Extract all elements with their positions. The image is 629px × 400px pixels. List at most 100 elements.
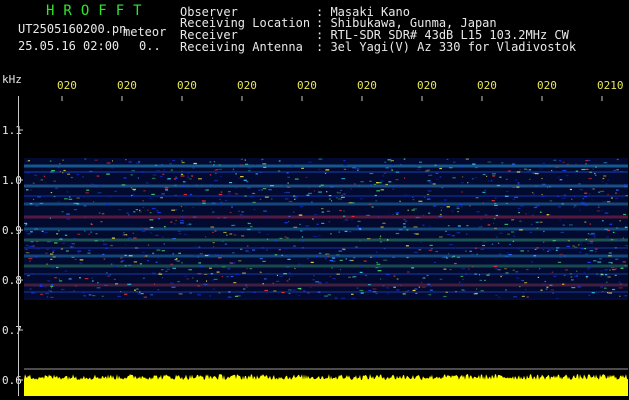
noise-dot: [79, 262, 83, 264]
noise-dot: [418, 286, 421, 288]
noise-dot: [121, 260, 125, 262]
noise-dot: [461, 289, 465, 291]
noise-dot: [367, 284, 371, 286]
noise-dot: [593, 234, 596, 236]
noise-dot: [252, 201, 256, 203]
noise-dot: [231, 224, 236, 226]
noise-dot: [588, 177, 592, 180]
noise-dot: [175, 176, 177, 178]
noise-dot: [592, 188, 595, 190]
noise-dot: [534, 248, 537, 250]
noise-dot: [301, 167, 304, 169]
noise-dot: [466, 225, 469, 227]
noise-dot: [569, 224, 573, 226]
noise-dot: [370, 256, 372, 258]
noise-dot: [406, 256, 409, 259]
noise-dot: [522, 292, 525, 294]
noise-dot: [204, 254, 209, 257]
noise-dot: [170, 221, 173, 223]
noise-dot: [39, 285, 43, 287]
noise-dot: [569, 273, 572, 275]
noise-dot: [29, 203, 33, 205]
noise-dot: [91, 277, 93, 279]
noise-dot: [201, 184, 203, 186]
noise-dot: [106, 173, 110, 175]
noise-dot: [375, 293, 378, 295]
noise-dot: [229, 233, 233, 235]
noise-dot: [589, 240, 594, 242]
noise-dot: [192, 216, 197, 218]
noise-dot: [209, 161, 212, 163]
noise-dot: [518, 212, 520, 214]
noise-dot: [581, 168, 586, 171]
noise-dot: [28, 160, 30, 162]
noise-dot: [566, 175, 569, 177]
noise-dot: [204, 273, 208, 275]
noise-dot: [266, 249, 268, 251]
noise-dot: [491, 243, 494, 245]
noise-dot: [197, 294, 202, 296]
noise-dot: [461, 206, 463, 208]
noise-dot: [76, 174, 79, 176]
noise-dot: [580, 248, 585, 250]
noise-dot: [142, 206, 145, 209]
noise-dot: [160, 197, 163, 199]
noise-dot: [474, 273, 478, 275]
noise-dot: [343, 215, 346, 217]
noise-dot: [512, 240, 515, 242]
noise-dot: [321, 208, 324, 210]
noise-dot: [388, 213, 390, 215]
noise-dot: [523, 168, 527, 170]
noise-dot: [70, 176, 73, 179]
noise-dot: [44, 231, 48, 234]
noise-dot: [295, 195, 299, 197]
noise-dot: [230, 262, 233, 264]
noise-dot: [472, 266, 474, 268]
noise-dot: [511, 219, 515, 221]
noise-dot: [247, 228, 251, 231]
noise-dot: [494, 204, 498, 206]
noise-dot: [587, 242, 590, 244]
noise-dot: [305, 225, 310, 227]
noise-dot: [508, 184, 511, 186]
noise-dot: [354, 183, 356, 185]
noise-dot: [33, 198, 35, 200]
noise-dot: [427, 180, 431, 182]
noise-dot: [366, 238, 371, 240]
noise-dot: [108, 196, 112, 198]
noise-dot: [571, 198, 573, 200]
noise-dot: [606, 236, 609, 238]
noise-dot: [278, 249, 281, 251]
noise-dot: [582, 198, 585, 200]
noise-dot: [560, 231, 564, 233]
noise-dot: [329, 275, 332, 277]
noise-dot: [183, 193, 187, 196]
noise-dot: [310, 286, 312, 288]
noise-dot: [415, 233, 419, 235]
noise-dot: [517, 209, 520, 211]
noise-dot: [603, 175, 607, 177]
noise-dot: [90, 231, 92, 233]
noise-dot: [536, 247, 539, 249]
noise-dot: [138, 211, 142, 213]
noise-dot: [331, 200, 333, 202]
noise-dot: [141, 229, 145, 231]
noise-dot: [94, 184, 97, 186]
noise-dot: [495, 207, 498, 209]
noise-dot: [205, 236, 207, 238]
noise-dot: [131, 170, 135, 172]
noise-dot: [114, 190, 117, 192]
noise-dot: [161, 250, 165, 252]
noise-dot: [375, 200, 378, 202]
noise-dot: [531, 192, 534, 194]
noise-dot: [245, 250, 249, 252]
noise-dot: [315, 256, 318, 258]
noise-dot: [443, 268, 447, 270]
noise-dot: [499, 232, 503, 234]
noise-dot: [142, 251, 145, 253]
noise-dot: [511, 231, 515, 233]
noise-dot: [197, 273, 202, 275]
noise-dot: [294, 198, 296, 200]
noise-dot: [404, 220, 408, 222]
noise-dot: [593, 260, 597, 262]
